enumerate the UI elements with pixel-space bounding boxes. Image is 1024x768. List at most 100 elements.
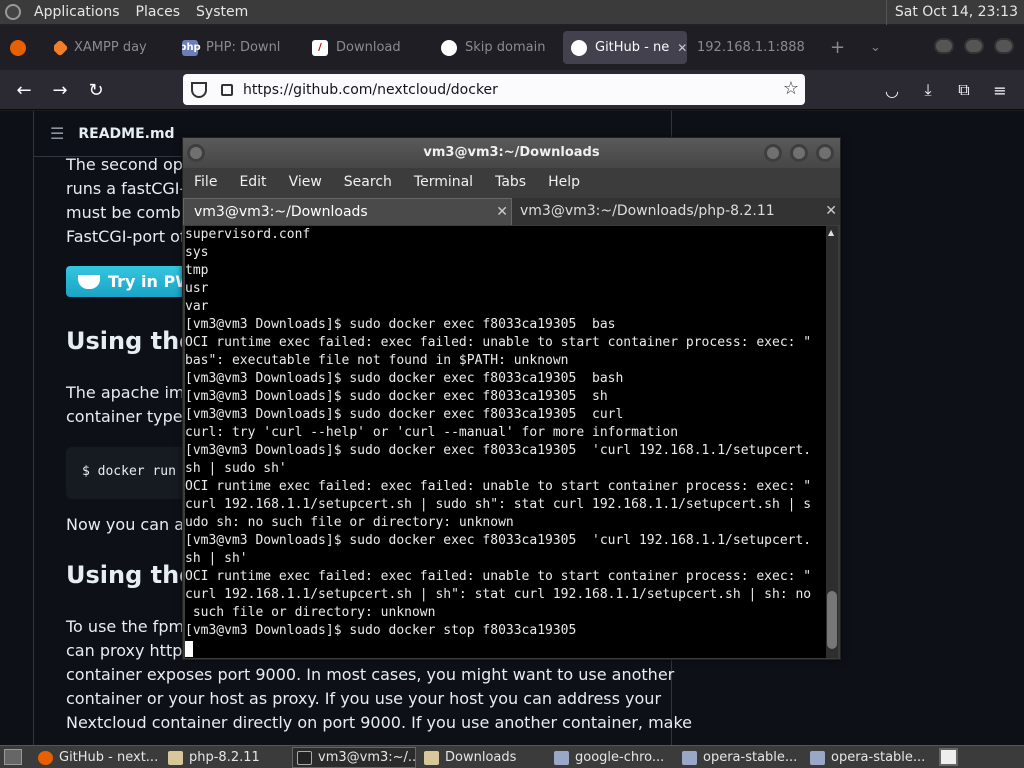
task-downloads-folder[interactable]: Downloads: [420, 747, 544, 768]
terminal-tab-label: vm3@vm3:~/Downloads/php-8.2.11: [520, 203, 775, 219]
terminal-icon: [297, 750, 312, 765]
package-icon: [554, 750, 569, 765]
firefox-icon: [38, 750, 53, 765]
section-heading: Using the: [66, 327, 196, 355]
task-terminal[interactable]: vm3@vm3:~/...: [292, 747, 416, 768]
tab-router[interactable]: 192.168.1.1:888: [697, 31, 807, 64]
close-button[interactable]: [816, 144, 834, 162]
firefox-menu-icon[interactable]: [10, 31, 40, 64]
maximize-button[interactable]: [964, 38, 984, 54]
scroll-up-arrow-icon[interactable]: ▲: [828, 228, 834, 237]
downloads-icon[interactable]: ⤓: [916, 78, 940, 102]
task-php-folder[interactable]: php-8.2.11: [164, 747, 288, 768]
tab-label: XAMPP day: [74, 40, 147, 55]
terminal-line: [vm3@vm3 Downloads]$ sudo docker exec f8…: [185, 533, 812, 548]
terminal-title: vm3@vm3:~/Downloads: [423, 145, 600, 160]
task-label: vm3@vm3:~/...: [318, 750, 416, 765]
tab-php[interactable]: php PHP: Downl: [182, 31, 292, 64]
menu-terminal[interactable]: Terminal: [403, 174, 484, 190]
text-cursor: [185, 640, 193, 657]
menu-search[interactable]: Search: [333, 174, 403, 190]
readme-filename: README.md: [78, 125, 175, 142]
terminal-tabbar: vm3@vm3:~/Downloads ✕ vm3@vm3:~/Download…: [183, 198, 840, 225]
show-desktop-button[interactable]: [4, 749, 22, 765]
outline-list-icon[interactable]: ☰: [50, 124, 64, 143]
terminal-titlebar[interactable]: vm3@vm3:~/Downloads: [183, 138, 840, 168]
terminal-line: [vm3@vm3 Downloads]$ sudo docker stop f8…: [185, 623, 577, 638]
bookmark-star-icon[interactable]: ☆: [783, 78, 799, 99]
tab-label: Download: [336, 40, 401, 55]
pdf-icon: /: [312, 39, 328, 56]
terminal-tab-label: vm3@vm3:~/Downloads: [194, 204, 368, 220]
new-tab-button[interactable]: +: [830, 31, 850, 64]
url-bar[interactable]: https://github.com/nextcloud/docker ☆: [183, 74, 805, 105]
section-heading: Using the: [66, 561, 196, 589]
tab-github[interactable]: GitHub - ne ✕: [563, 31, 687, 64]
folder-icon: [168, 750, 183, 765]
terminal-line: curl 192.168.1.1/setupcert.sh | sh": sta…: [185, 587, 812, 602]
top-panel: Applications Places System Sat Oct 14, 2…: [0, 0, 1024, 25]
task-google-chrome[interactable]: google-chro...: [550, 747, 674, 768]
folder-icon: [424, 750, 439, 765]
github-icon: [571, 39, 587, 56]
system-menu[interactable]: System: [188, 0, 256, 25]
list-tabs-icon[interactable]: ⌄: [870, 31, 890, 64]
close-tab-icon[interactable]: ✕: [496, 199, 508, 226]
menu-view[interactable]: View: [278, 174, 333, 190]
reload-button[interactable]: ↻: [84, 78, 108, 102]
window-controls: [934, 38, 1014, 54]
window-menu-button[interactable]: [187, 144, 205, 162]
task-opera-2[interactable]: opera-stable...: [806, 747, 930, 768]
menu-file[interactable]: File: [183, 174, 228, 190]
tab-xampp[interactable]: XAMPP day: [54, 31, 164, 64]
terminal-line: usr: [185, 281, 209, 296]
package-icon: [682, 750, 697, 765]
terminal-line: [vm3@vm3 Downloads]$ sudo docker exec f8…: [185, 317, 616, 332]
terminal-scrollbar[interactable]: ▲: [826, 226, 838, 658]
tab-skip-domain[interactable]: Skip domain: [441, 31, 551, 64]
bottom-taskbar: GitHub - next... php-8.2.11 vm3@vm3:~/..…: [0, 745, 1024, 768]
minimize-button[interactable]: [764, 144, 782, 162]
forward-button[interactable]: →: [48, 78, 72, 102]
terminal-tab-downloads[interactable]: vm3@vm3:~/Downloads ✕: [183, 198, 512, 225]
workspace-switcher[interactable]: [939, 748, 958, 766]
github-icon: [441, 39, 457, 56]
menu-edit[interactable]: Edit: [228, 174, 277, 190]
maximize-button[interactable]: [790, 144, 808, 162]
task-opera-1[interactable]: opera-stable...: [678, 747, 802, 768]
extensions-icon[interactable]: ⧉: [952, 78, 976, 102]
terminal-line: sh | sh': [185, 551, 248, 566]
hamburger-menu-icon[interactable]: ≡: [988, 78, 1012, 102]
distro-logo-icon[interactable]: [0, 0, 26, 25]
applications-menu[interactable]: Applications: [26, 0, 128, 25]
lock-icon[interactable]: [221, 83, 233, 96]
tab-label: PHP: Downl: [206, 40, 281, 55]
scrollbar-thumb[interactable]: [827, 591, 837, 649]
paragraph-line: Nextcloud container directly on port 900…: [66, 713, 693, 732]
task-label: php-8.2.11: [189, 750, 260, 765]
terminal-prompt-line[interactable]: [185, 640, 828, 658]
close-tab-icon[interactable]: ✕: [825, 198, 837, 225]
minimize-button[interactable]: [934, 38, 954, 54]
pocket-icon[interactable]: ◡: [880, 78, 904, 102]
back-button[interactable]: ←: [12, 78, 36, 102]
task-label: GitHub - next...: [59, 750, 158, 765]
url-text[interactable]: https://github.com/nextcloud/docker: [243, 82, 498, 98]
places-menu[interactable]: Places: [128, 0, 189, 25]
tab-download[interactable]: / Download: [312, 31, 422, 64]
terminal-output[interactable]: supervisord.conf sys tmp usr var [vm3@vm3 Dow…: [185, 226, 828, 658]
menu-help[interactable]: Help: [537, 174, 591, 190]
terminal-line: OCI runtime exec failed: exec failed: un…: [185, 335, 812, 350]
tracking-protection-icon[interactable]: [191, 81, 207, 98]
tab-label: GitHub - ne: [595, 40, 670, 55]
task-firefox[interactable]: GitHub - next...: [34, 747, 158, 768]
terminal-line: supervisord.conf: [185, 227, 311, 242]
terminal-line: [vm3@vm3 Downloads]$ sudo docker exec f8…: [185, 371, 624, 386]
xampp-icon: [54, 39, 69, 56]
menu-tabs[interactable]: Tabs: [484, 174, 537, 190]
clock[interactable]: Sat Oct 14, 23:13: [885, 0, 1018, 25]
terminal-tab-php[interactable]: vm3@vm3:~/Downloads/php-8.2.11 ✕: [512, 198, 840, 225]
close-tab-icon[interactable]: ✕: [677, 41, 687, 55]
close-window-button[interactable]: [994, 38, 1014, 54]
package-icon: [810, 750, 825, 765]
